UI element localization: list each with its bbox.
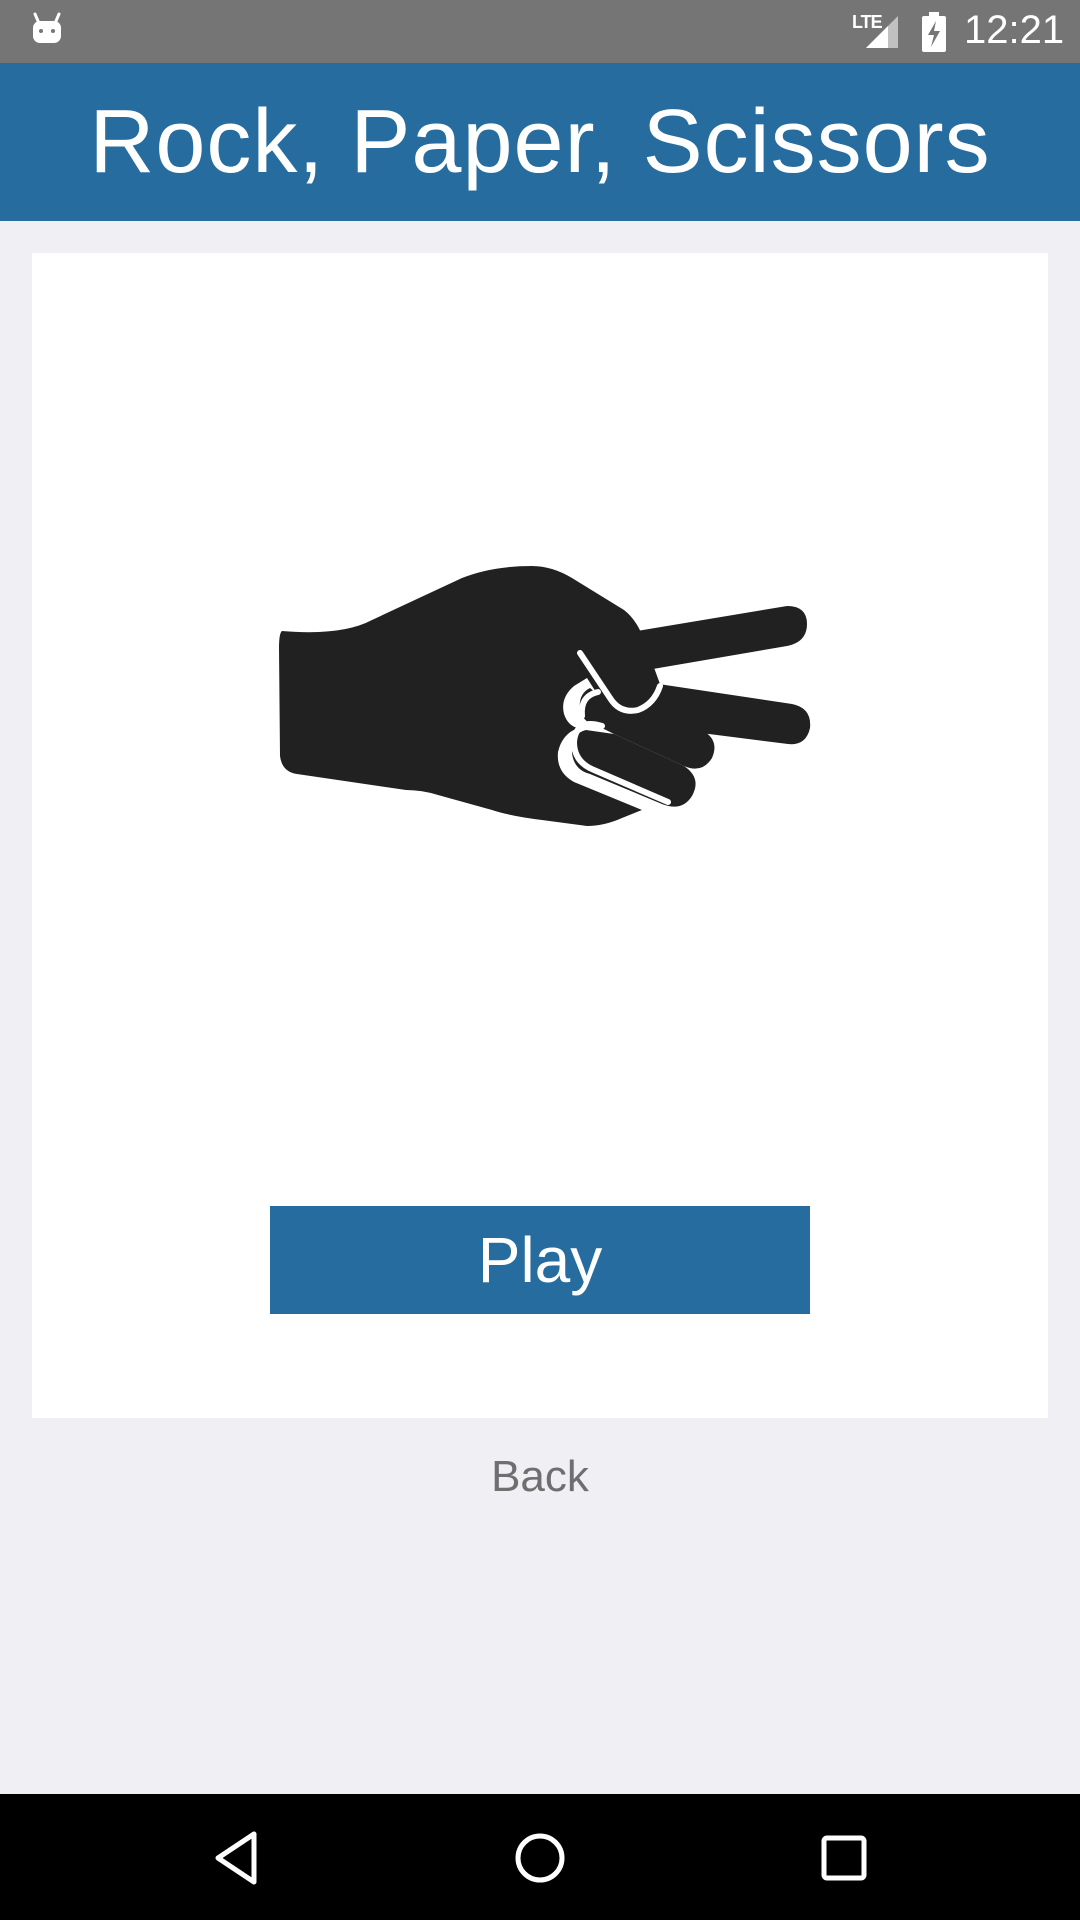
status-bar: LTE 12:21: [0, 0, 1080, 63]
nav-recents-icon[interactable]: [812, 1826, 876, 1890]
game-card: Play: [32, 253, 1048, 1418]
page-title: Rock, Paper, Scissors: [89, 91, 991, 192]
nav-back-icon[interactable]: [206, 1826, 270, 1890]
system-nav-bar: [0, 1794, 1080, 1920]
play-button[interactable]: Play: [270, 1206, 810, 1314]
android-icon: [33, 12, 61, 43]
signal-icon: [866, 16, 898, 48]
battery-charging-icon: [922, 12, 946, 52]
status-clock: 12:21: [964, 8, 1065, 52]
scissors-hand-icon: [279, 566, 811, 826]
app-header: Rock, Paper, Scissors: [0, 63, 1080, 221]
nav-home-icon[interactable]: [508, 1826, 572, 1890]
back-button[interactable]: Back: [0, 1452, 1080, 1502]
